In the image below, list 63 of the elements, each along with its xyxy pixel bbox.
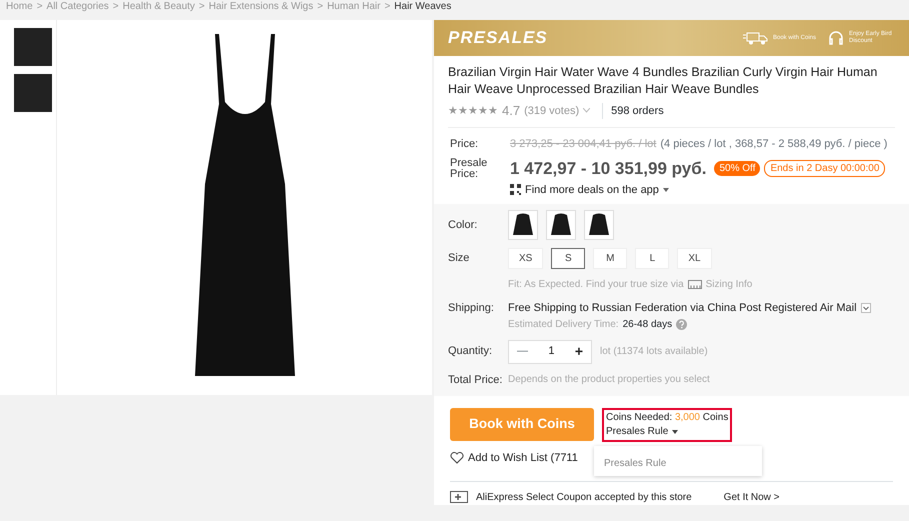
breadcrumb-separator: > bbox=[198, 1, 205, 12]
size-option[interactable]: L bbox=[635, 248, 670, 269]
headset-icon bbox=[827, 29, 845, 47]
original-price: 3 273,25 - 23 004,41 руб. / lot bbox=[510, 136, 656, 152]
total-price-note: Depends on the product properties you select bbox=[508, 372, 710, 386]
star-icon: ★ bbox=[458, 102, 468, 119]
shipping-text: Free Shipping to Russian Federation via China Post Registered Air Mail bbox=[508, 301, 857, 316]
delivery-label: Estimated Delivery Time: bbox=[508, 318, 619, 332]
app-deals-link[interactable]: Find more deals on the app bbox=[525, 182, 659, 198]
banner-title: PRESALES bbox=[448, 27, 548, 50]
quantity-field[interactable]: — 1 + bbox=[508, 340, 592, 364]
truck-icon bbox=[743, 31, 769, 45]
quantity-value: 1 bbox=[548, 344, 554, 360]
ruler-icon bbox=[688, 280, 702, 289]
coins-unit: Coins bbox=[702, 412, 728, 423]
quantity-label: Quantity: bbox=[448, 344, 494, 360]
color-swatch[interactable] bbox=[584, 210, 614, 240]
star-icon: ★ bbox=[468, 102, 478, 119]
star-icon: ★ bbox=[478, 102, 488, 119]
heart-icon[interactable] bbox=[450, 452, 464, 464]
star-icon: ★ bbox=[448, 102, 458, 119]
orders-count: 598 orders bbox=[602, 102, 664, 119]
caret-icon bbox=[662, 188, 669, 192]
price-per-piece: (4 pieces / lot , 368,57 - 2 588,49 руб. / piece ) bbox=[660, 136, 888, 152]
color-swatch[interactable] bbox=[546, 210, 576, 240]
breadcrumb-separator: > bbox=[384, 1, 390, 12]
size-option[interactable]: XL bbox=[677, 248, 712, 269]
product-title: Brazilian Virgin Hair Water Wave 4 Bundles Brazilian Curly Virgin Hair Human Hair Weave Unprocessed Brazilian Hair Weave Bundles bbox=[447, 64, 878, 98]
size-option[interactable]: XS bbox=[508, 248, 544, 269]
coupon-icon bbox=[450, 491, 468, 503]
dropdown-item-text[interactable]: Presales Rule bbox=[604, 456, 752, 471]
get-coupon-link[interactable]: Get It Now > bbox=[724, 490, 780, 504]
total-price-label: Total Price: bbox=[448, 372, 504, 388]
discount-badge: 50% Off bbox=[714, 161, 760, 176]
shipping-label: Shipping: bbox=[448, 301, 495, 316]
countdown-badge: Ends in 2 Dasy 00:00:00 bbox=[764, 160, 886, 178]
delivery-time: 26-48 days bbox=[622, 318, 672, 332]
coins-amount: 3,000 bbox=[674, 412, 700, 423]
size-label: Size bbox=[448, 251, 470, 266]
chevron-icon bbox=[583, 108, 590, 114]
lots-available: lot (11374 lots available) bbox=[600, 345, 708, 359]
decrease-button[interactable]: — bbox=[517, 343, 528, 360]
breadcrumb-separator: > bbox=[112, 1, 119, 12]
coins-needed-label: Coins Needed: bbox=[606, 412, 672, 423]
coupon-text: AliExpress Select Coupon accepted by this store bbox=[476, 490, 692, 504]
price-label: Price: bbox=[450, 136, 480, 152]
star-icon: ★ bbox=[488, 102, 498, 119]
fit-note: Fit: As Expected. Find your true size via bbox=[508, 278, 684, 292]
dropdown-icon[interactable] bbox=[860, 303, 871, 314]
size-option[interactable]: S bbox=[551, 248, 586, 269]
presales-rule-link[interactable]: Presales Rule bbox=[606, 425, 668, 439]
size-option[interactable]: M bbox=[593, 248, 628, 269]
qr-code-icon bbox=[510, 184, 521, 196]
rating-value: 4.7 bbox=[502, 102, 520, 120]
color-swatch[interactable] bbox=[508, 210, 538, 240]
breadcrumb-separator: > bbox=[317, 1, 324, 12]
presale-price-label: Presale Price: bbox=[450, 158, 488, 180]
increase-button[interactable]: + bbox=[574, 341, 583, 362]
color-label: Color: bbox=[448, 218, 478, 233]
breadcrumb-separator: > bbox=[36, 1, 43, 12]
presale-price: 1 472,97 - 10 351,99 руб. bbox=[510, 158, 706, 180]
wishlist-link[interactable]: Add to Wish List (7711 bbox=[468, 450, 578, 466]
caret-icon bbox=[672, 430, 678, 434]
